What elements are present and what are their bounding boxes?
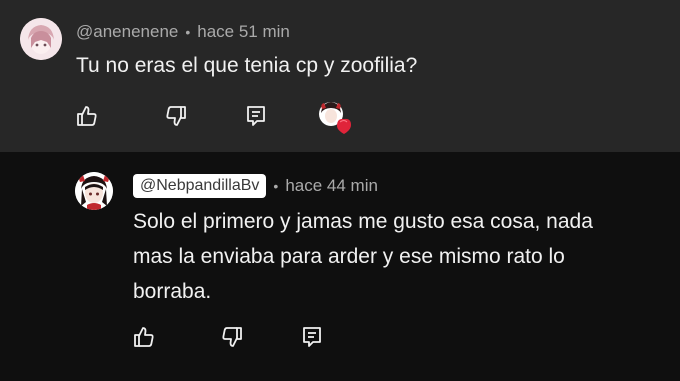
- avatar[interactable]: [75, 172, 113, 210]
- like-button[interactable]: [130, 323, 158, 351]
- thumbs-up-icon: [134, 327, 154, 347]
- reply-icon: [247, 106, 265, 126]
- comment-timestamp[interactable]: hace 51 min: [197, 22, 290, 42]
- thumbs-down-icon: [166, 106, 186, 126]
- thumbs-up-icon: [77, 106, 97, 126]
- comment-card: @anenenene • hace 51 min Tu no eras el q…: [0, 0, 680, 152]
- creator-handle-badge[interactable]: @NebpandillaBv: [133, 174, 267, 198]
- reply-timestamp[interactable]: hace 44 min: [285, 176, 378, 196]
- comment-author-handle[interactable]: @anenenene: [76, 22, 178, 42]
- thumbs-down-icon: [222, 327, 242, 347]
- creator-heart-icon: [318, 100, 352, 134]
- reply-button[interactable]: [242, 102, 270, 130]
- meta-separator: •: [273, 178, 279, 194]
- reply-text: Solo el primero y jamas me gusto esa cos…: [133, 210, 593, 303]
- reply-button[interactable]: [298, 323, 326, 351]
- comment-text: Tu no eras el que tenia cp y zoofilia?: [76, 54, 418, 77]
- meta-separator: •: [185, 24, 191, 40]
- reply-icon: [303, 327, 321, 347]
- dislike-button[interactable]: [218, 323, 246, 351]
- like-button[interactable]: [73, 102, 101, 130]
- avatar[interactable]: [20, 18, 62, 60]
- dislike-button[interactable]: [162, 102, 190, 130]
- reply-meta: @NebpandillaBv • hace 44 min: [133, 174, 378, 198]
- comment-meta: @anenenene • hace 51 min: [76, 22, 290, 42]
- reply-card: @NebpandillaBv • hace 44 min Solo el pri…: [0, 152, 680, 381]
